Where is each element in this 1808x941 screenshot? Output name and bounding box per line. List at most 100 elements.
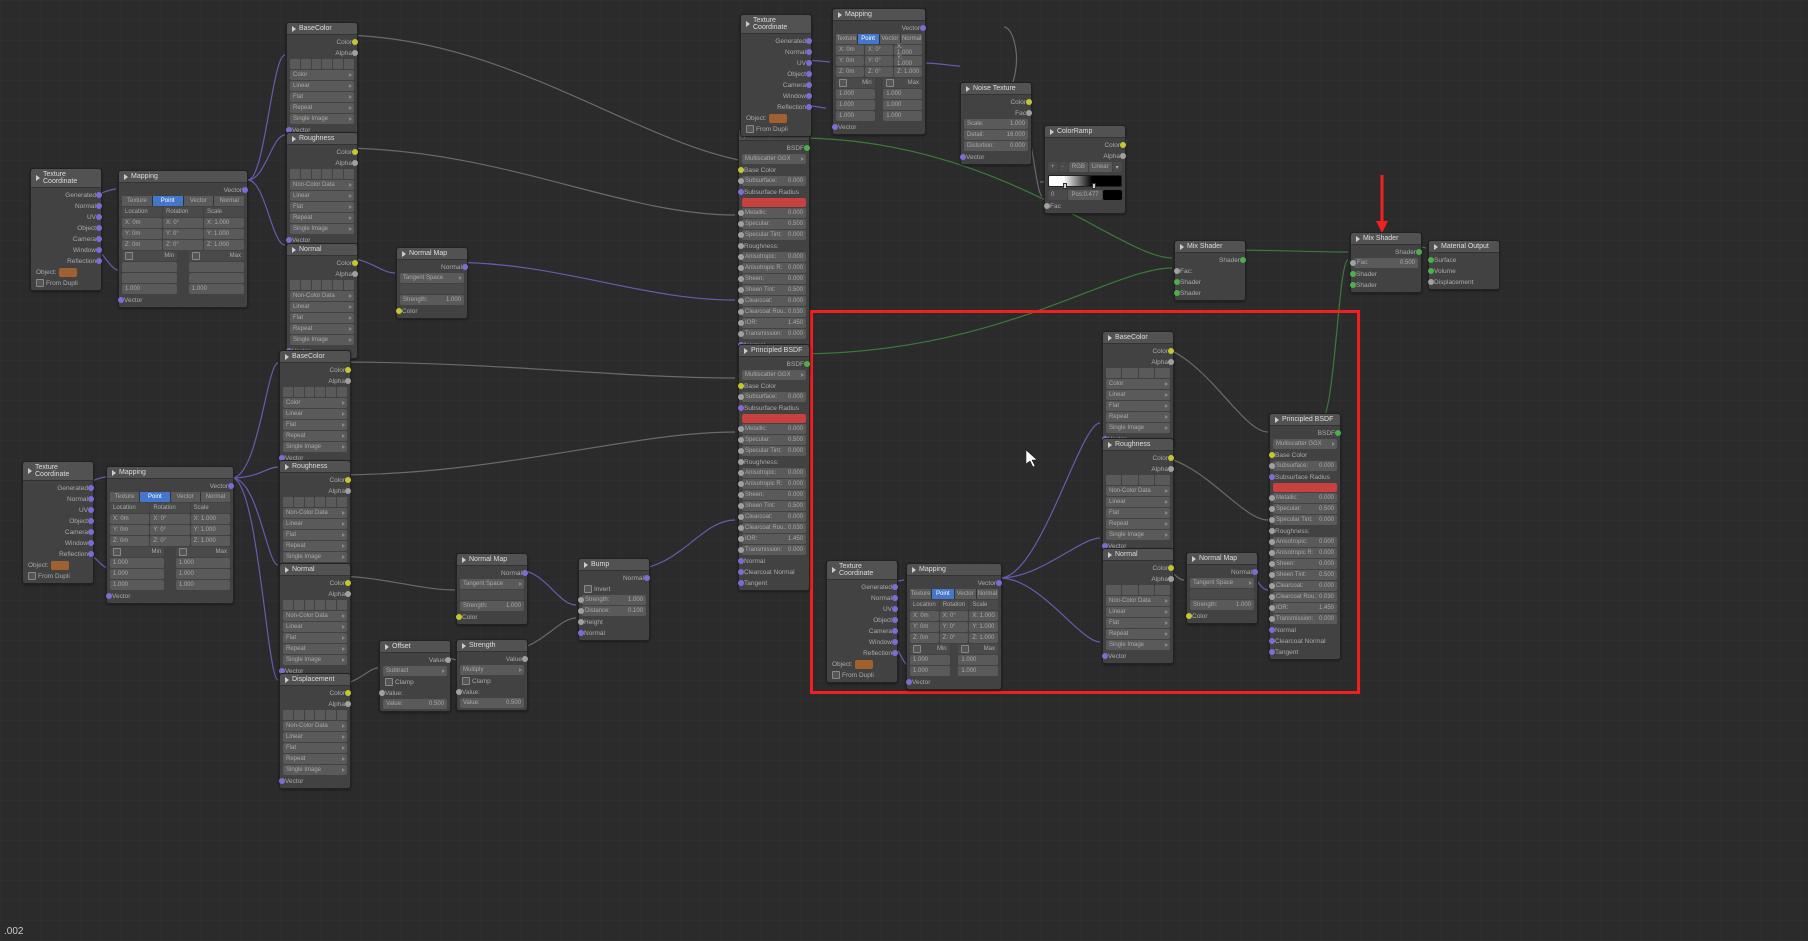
collapse-icon[interactable] xyxy=(912,567,916,573)
out-uv[interactable]: UV xyxy=(34,212,98,222)
collapse-icon[interactable] xyxy=(462,643,466,649)
out-color[interactable]: Color xyxy=(290,37,354,47)
anisotropic[interactable]: Anisotropic:0.000 xyxy=(742,252,806,262)
colorspace[interactable]: Color xyxy=(290,70,354,80)
max-toggle[interactable]: Max xyxy=(189,251,244,261)
out-normal[interactable]: Normal xyxy=(34,201,98,211)
transmission[interactable]: Transmission:0.000 xyxy=(742,329,806,339)
image-browse[interactable] xyxy=(290,169,354,179)
ramp-add[interactable]: + xyxy=(1048,162,1058,172)
collapse-icon[interactable] xyxy=(1108,552,1112,558)
out-alpha[interactable]: Alpha xyxy=(290,269,354,279)
collapse-icon[interactable] xyxy=(292,26,296,32)
ramp-mode[interactable]: RGB xyxy=(1069,162,1088,172)
distribution[interactable]: Multiscatter GGX xyxy=(742,154,806,164)
node-normal-map-2[interactable]: Normal Map Normal Tangent Space Strength… xyxy=(456,553,528,625)
node-basecolor-2[interactable]: BaseColor Color Alpha Color Linear Flat … xyxy=(279,350,351,466)
distortion[interactable]: Distortion:0.000 xyxy=(964,141,1028,151)
anisotropic-rotation[interactable]: Anisotropic R:0.000 xyxy=(742,263,806,273)
node-header[interactable]: Normal Map xyxy=(397,248,467,260)
out-alpha[interactable]: Alpha xyxy=(290,48,354,58)
loc-z[interactable]: Z: 0m xyxy=(122,240,162,250)
collapse-icon[interactable] xyxy=(832,567,836,573)
out-object[interactable]: Object xyxy=(34,223,98,233)
node-mapping-4[interactable]: Mapping Vector TexturePointVectorNormal … xyxy=(906,563,1002,690)
projection[interactable]: Flat xyxy=(290,202,354,212)
operation[interactable]: Multiply xyxy=(460,665,524,675)
node-roughness-1[interactable]: Roughness Color Alpha Non-Color Data Lin… xyxy=(286,132,358,248)
node-principled-bsdf-2[interactable]: Principled BSDF BSDF Multiscatter GGX Ba… xyxy=(738,344,810,591)
node-roughness-2[interactable]: Roughness Color Alpha Non-Color Data Lin… xyxy=(279,460,351,576)
node-roughness-3[interactable]: Roughness Color Alpha Non-Color Data Lin… xyxy=(1102,438,1174,554)
in-ssc[interactable] xyxy=(742,198,806,207)
ior[interactable]: IOR:1.450 xyxy=(742,318,806,328)
collapse-icon[interactable] xyxy=(292,247,296,253)
node-basecolor-1[interactable]: BaseColor Color Alpha Color Linear Flat … xyxy=(286,22,358,138)
out-reflection[interactable]: Reflection xyxy=(34,256,98,266)
collapse-icon[interactable] xyxy=(28,468,32,474)
collapse-icon[interactable] xyxy=(124,174,128,180)
colorspace[interactable]: Non-Color Data xyxy=(290,180,354,190)
strength[interactable]: Strength:1.000 xyxy=(400,295,464,305)
node-header[interactable]: Roughness xyxy=(287,133,357,145)
collapse-icon[interactable] xyxy=(838,12,842,18)
node-texture-coordinate-3[interactable]: Texture Coordinate Generated Normal UV O… xyxy=(740,14,812,137)
interpolation[interactable]: Linear xyxy=(290,191,354,201)
out-normal[interactable]: Normal xyxy=(400,262,464,272)
node-normal-tex-1[interactable]: Normal Color Alpha Non-Color Data Linear… xyxy=(286,243,358,359)
stop-index[interactable]: 0 xyxy=(1048,190,1067,200)
scl-y[interactable]: Y: 1.000 xyxy=(204,229,244,239)
node-bump[interactable]: Bump Normal Invert Strength:1.000 Distan… xyxy=(578,558,650,641)
scale[interactable]: Scale:1.000 xyxy=(964,119,1028,129)
extension[interactable]: Repeat xyxy=(290,103,354,113)
rot-y[interactable]: Y: 0° xyxy=(163,229,203,239)
collapse-icon[interactable] xyxy=(285,567,289,573)
tab-point[interactable]: Point xyxy=(153,196,184,206)
collapse-icon[interactable] xyxy=(1356,236,1360,242)
collapse-icon[interactable] xyxy=(1108,335,1112,341)
node-header[interactable]: BaseColor xyxy=(287,23,357,35)
collapse-icon[interactable] xyxy=(402,251,406,257)
node-material-output[interactable]: Material Output Surface Volume Displacem… xyxy=(1428,240,1500,290)
uvmap[interactable] xyxy=(400,284,464,294)
collapse-icon[interactable] xyxy=(1275,417,1279,423)
image-browse[interactable] xyxy=(290,59,354,69)
node-noise-texture[interactable]: Noise Texture Color Fac Scale:1.000 Deta… xyxy=(960,82,1032,165)
out-generated[interactable]: Generated xyxy=(34,190,98,200)
node-header[interactable]: Mapping xyxy=(119,171,247,183)
collapse-icon[interactable] xyxy=(285,354,289,360)
ramp-del[interactable]: - xyxy=(1059,162,1068,172)
tab-vector[interactable]: Vector xyxy=(184,196,215,206)
tab-texture[interactable]: Texture xyxy=(122,196,153,206)
collapse-icon[interactable] xyxy=(462,557,466,563)
node-normal-map-3[interactable]: Normal Map Normal Tangent Space Strength… xyxy=(1186,552,1258,624)
node-mix-shader-2[interactable]: Mix Shader Shader Fac:0.500 Shader Shade… xyxy=(1350,232,1422,293)
projection[interactable]: Flat xyxy=(290,313,354,323)
node-normal-map-1[interactable]: Normal Map Normal Tangent Space Strength… xyxy=(396,247,468,319)
rot-x[interactable]: X: 0° xyxy=(163,218,203,228)
out-color[interactable]: Color xyxy=(290,258,354,268)
detail[interactable]: Detail:16.000 xyxy=(964,130,1028,140)
node-basecolor-3[interactable]: BaseColor Color Alpha Color Linear Flat … xyxy=(1102,331,1174,447)
out-vector[interactable]: Vector xyxy=(122,185,244,195)
in-roughness[interactable]: Roughness: xyxy=(742,241,806,251)
interpolation[interactable]: Linear xyxy=(290,81,354,91)
interpolation[interactable]: Linear xyxy=(290,302,354,312)
collapse-icon[interactable] xyxy=(285,464,289,470)
collapse-icon[interactable] xyxy=(1192,556,1196,562)
subsurface[interactable]: Subsurface:0.000 xyxy=(742,176,806,186)
ramp-interp[interactable]: Linear xyxy=(1089,162,1112,172)
out-camera[interactable]: Camera xyxy=(34,234,98,244)
collapse-icon[interactable] xyxy=(584,562,588,568)
collapse-icon[interactable] xyxy=(285,677,289,683)
node-mapping-3[interactable]: Mapping Vector TexturePointVectorNormal … xyxy=(832,8,926,135)
ramp-gradient[interactable] xyxy=(1048,175,1122,187)
out-alpha[interactable]: Alpha xyxy=(290,158,354,168)
ramp-menu[interactable]: ▾ xyxy=(1113,162,1122,172)
node-header[interactable]: Normal xyxy=(287,244,357,256)
colorspace[interactable]: Non-Color Data xyxy=(290,291,354,301)
out-window[interactable]: Window xyxy=(34,245,98,255)
clearcoat-roughness[interactable]: Clearcoat Rou.:0.030 xyxy=(742,307,806,317)
node-texture-coordinate-4[interactable]: Texture Coordinate Generated Normal UV O… xyxy=(826,560,898,683)
scl-z[interactable]: Z: 1.000 xyxy=(204,240,244,250)
